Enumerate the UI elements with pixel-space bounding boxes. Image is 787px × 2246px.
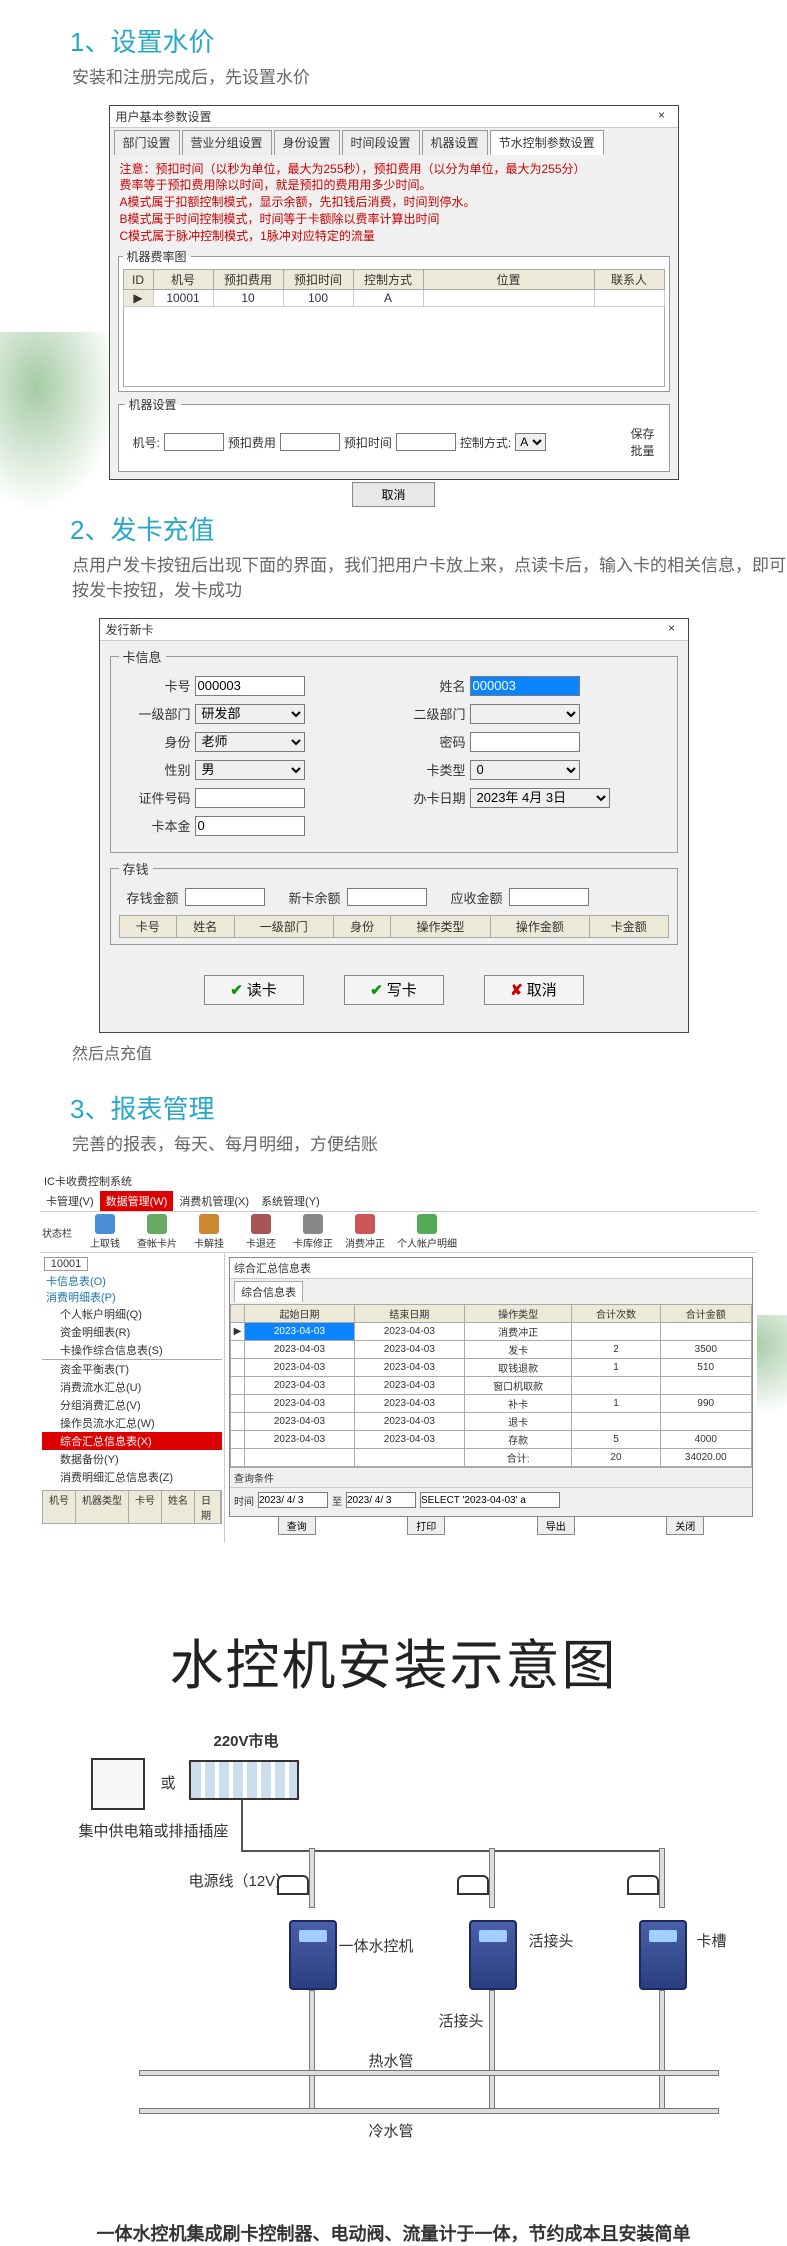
fs-cardinfo: 卡信息 卡号 姓名 一级部门研发部 二级部门 身份老师 密码 性别男 卡类型0 … <box>110 647 678 853</box>
tb-unlock[interactable]: 卡解挂 <box>184 1214 234 1250</box>
menu-system[interactable]: 系统管理(Y) <box>255 1191 326 1211</box>
tree-item[interactable]: 个人帐户明细(Q) <box>42 1305 222 1323</box>
pwd-input[interactable] <box>470 732 580 752</box>
tab-machine[interactable]: 机器设置 <box>422 130 488 155</box>
cancel-button[interactable]: 取消 <box>352 482 434 507</box>
sex-select[interactable]: 男 <box>195 760 305 780</box>
date-to[interactable] <box>346 1492 416 1508</box>
query-button[interactable]: 查询 <box>278 1516 316 1535</box>
tree-o[interactable]: 卡信息表(O) <box>42 1273 222 1289</box>
sec1-sub: 安装和注册完成后，先设置水价 <box>72 65 787 91</box>
menu-card[interactable]: 卡管理(V) <box>40 1191 100 1211</box>
role-select[interactable]: 老师 <box>195 732 305 752</box>
install-diagram: 220V市电 或 集中供电箱或排插插座 电源线（12V） 一体水控机 活接头 卡… <box>39 1730 749 2200</box>
tb-detail[interactable]: 个人帐户明细 <box>392 1214 462 1250</box>
write-card-button[interactable]: ✔写卡 <box>344 975 444 1005</box>
sec3-title: 3、报表管理 <box>70 1089 787 1126</box>
inner-title: 综合汇总信息表 <box>230 1258 752 1279</box>
win2-title: 发行新卡 <box>106 621 154 638</box>
tb-withdraw[interactable]: 上取钱 <box>80 1214 130 1250</box>
tree-item-selected[interactable]: 综合汇总信息表(X) <box>42 1432 222 1450</box>
win-issue-card: 发行新卡 × 卡信息 卡号 姓名 一级部门研发部 二级部门 身份老师 密码 性别… <box>99 618 689 1033</box>
tab-dept[interactable]: 部门设置 <box>114 130 180 155</box>
sql-field[interactable] <box>420 1492 560 1508</box>
diagram-title: 水控机安装示意图 <box>0 1621 787 1700</box>
water-controller-icon <box>639 1920 687 1990</box>
tb-return[interactable]: 卡退还 <box>236 1214 286 1250</box>
tree-panel: 10001 卡信息表(O) 消费明细表(P) 个人帐户明细(Q) 资金明细表(R… <box>40 1253 225 1543</box>
tree-item[interactable]: 消费流水汇总(U) <box>42 1378 222 1396</box>
sec2-after: 然后点充值 <box>72 1043 787 1067</box>
batch-label: 批量 <box>630 442 654 459</box>
mode-select[interactable]: A <box>515 433 546 451</box>
fs-deposit: 存钱 存钱金额 新卡余额 应收金额 卡号姓名一级部门 身份操作类型操作金额卡金额 <box>110 859 678 945</box>
depamt-input[interactable] <box>185 888 265 906</box>
water-controller-icon <box>469 1920 517 1990</box>
tree-item[interactable]: 资金平衡表(T) <box>42 1359 222 1378</box>
close-icon[interactable]: × <box>648 107 676 125</box>
save-label: 保存 <box>630 425 654 442</box>
date-select[interactable]: 2023年 4月 3日 <box>470 788 610 808</box>
win-reports: IC卡收费控制系统 卡管理(V) 数据管理(W) 消费机管理(X) 系统管理(Y… <box>40 1171 757 1531</box>
menu-data[interactable]: 数据管理(W) <box>100 1191 174 1211</box>
tb-revert[interactable]: 消费冲正 <box>340 1214 390 1250</box>
fs-rate: 机器费率图 ID 机号 预扣费用 预扣时间 控制方式 位置 联系人 ▶ 1000… <box>118 248 670 392</box>
tree-item[interactable]: 操作员流水汇总(W) <box>42 1414 222 1432</box>
sec2-sub: 点用户发卡按钮后出现下面的界面，我们把用户卡放上来，点读卡后，输入卡的相关信息，… <box>72 553 787 604</box>
q-label: 查询条件 <box>230 1467 752 1487</box>
tb-check[interactable]: 查帐卡片 <box>132 1214 182 1250</box>
ctype-select[interactable]: 0 <box>470 760 580 780</box>
read-card-button[interactable]: ✔读卡 <box>204 975 304 1005</box>
tabs1: 部门设置 营业分组设置 身份设置 时间段设置 机器设置 节水控制参数设置 <box>114 130 674 155</box>
print-button[interactable]: 打印 <box>407 1516 445 1535</box>
tree-box: 10001 <box>44 1257 88 1271</box>
sec2-title: 2、发卡充值 <box>70 510 787 547</box>
close-icon[interactable]: × <box>658 620 686 638</box>
tb-fix[interactable]: 卡库修正 <box>288 1214 338 1250</box>
win1-title: 用户基本参数设置 <box>116 108 212 125</box>
water-controller-icon <box>289 1920 337 1990</box>
win-water-price: 用户基本参数设置 × 部门设置 营业分组设置 身份设置 时间段设置 机器设置 节… <box>109 105 679 480</box>
tree-item[interactable]: 消费明细汇总信息表(Z) <box>42 1468 222 1486</box>
tree-p[interactable]: 消费明细表(P) <box>42 1289 222 1305</box>
tab-group[interactable]: 营业分组设置 <box>182 130 272 155</box>
machine-no-input[interactable] <box>164 433 224 451</box>
name-input[interactable] <box>470 676 580 696</box>
tree-item[interactable]: 分组消费汇总(V) <box>42 1396 222 1414</box>
export-button[interactable]: 导出 <box>537 1516 575 1535</box>
idno-input[interactable] <box>195 788 305 808</box>
pretime-input[interactable] <box>396 433 456 451</box>
tab-period[interactable]: 时间段设置 <box>342 130 420 155</box>
cardno-input[interactable] <box>195 676 305 696</box>
tab-role[interactable]: 身份设置 <box>274 130 340 155</box>
sec1-title: 1、设置水价 <box>70 22 787 59</box>
inner-tab[interactable]: 综合信息表 <box>234 1281 303 1302</box>
table-row[interactable]: ▶ 10001 10 100 A <box>123 290 664 307</box>
tree-item[interactable]: 数据备份(Y) <box>42 1450 222 1468</box>
recv-input[interactable] <box>509 888 589 906</box>
dept2-select[interactable] <box>470 704 580 724</box>
newbal-input[interactable] <box>347 888 427 906</box>
app-title: IC卡收费控制系统 <box>40 1171 757 1191</box>
date-from[interactable] <box>258 1492 328 1508</box>
diagram-caption: 一体水控机集成刷卡控制器、电动阀、流量计于一体，节约成本且安装简单 <box>0 2220 787 2246</box>
principal-input[interactable] <box>195 816 305 836</box>
tree-item[interactable]: 资金明细表(R) <box>42 1323 222 1341</box>
cancel-button[interactable]: ✘取消 <box>484 975 584 1005</box>
inner-report-window: 综合汇总信息表 综合信息表 起始日期结束日期操作类型合计次数合计金额▶2023-… <box>229 1257 753 1517</box>
tab-watersave[interactable]: 节水控制参数设置 <box>490 130 604 155</box>
menu-machine[interactable]: 消费机管理(X) <box>173 1191 255 1211</box>
notice: 注意：预扣时间（以秒为单位，最大为255秒），预扣费用（以分为单位，最大为255… <box>120 161 668 245</box>
close-button[interactable]: 关闭 <box>666 1516 704 1535</box>
sec3-sub: 完善的报表，每天、每月明细，方便结账 <box>72 1132 787 1158</box>
prefee-input[interactable] <box>280 433 340 451</box>
dept1-select[interactable]: 研发部 <box>195 704 305 724</box>
toolbar3: 状态栏 上取钱 查帐卡片 卡解挂 卡退还 卡库修正 消费冲正 个人帐户明细 <box>40 1212 757 1253</box>
tree-item[interactable]: 卡操作综合信息表(S) <box>42 1341 222 1359</box>
